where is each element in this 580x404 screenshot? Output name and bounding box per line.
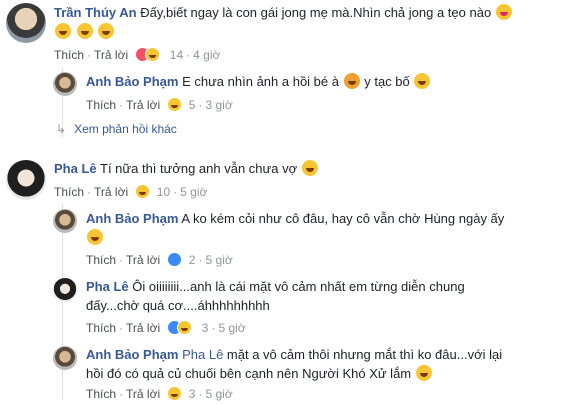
reply-body-cont: y tạc bố	[364, 74, 410, 89]
timestamp: 4 giờ	[193, 48, 221, 62]
view-more-replies-link[interactable]: ↳ Xem phản hồi khác	[56, 122, 177, 136]
reply-actions: Thích · Trả lời 2 · 5 giờ	[86, 252, 233, 267]
commenter-name[interactable]: Pha Lê	[54, 161, 97, 176]
reply-thread-line	[62, 204, 63, 400]
laugh-emoji-icon	[76, 23, 93, 39]
timestamp: 5 giờ	[180, 185, 208, 199]
avatar-anh-bao-pham[interactable]	[53, 209, 77, 233]
avatar-anh-bao-pham[interactable]	[53, 346, 77, 370]
reaction-icons[interactable]	[167, 320, 195, 335]
reply-body: A ko kém cỏi như cô đâu, hay cô vẫn chờ …	[181, 211, 505, 226]
reaction-count: 2	[188, 253, 196, 267]
reply-text: Anh Bảo Phạm E chưa nhìn ảnh a hồi bé à …	[86, 73, 431, 91]
timestamp: 5 giờ	[205, 253, 233, 267]
haha-reaction-icon	[167, 386, 183, 401]
reply-body-cont: hồi đó có quả củ chuối bên cạnh nên Ngườ…	[86, 366, 412, 381]
comment-body: Tí nữa thì tưởng anh vẫn chưa vợ	[100, 161, 298, 176]
laugh-emoji-icon	[87, 229, 103, 245]
avatar-anh-bao-pham[interactable]	[53, 72, 77, 96]
laugh-emoji-icon	[415, 365, 432, 381]
reply-arrow-icon: ↳	[56, 122, 67, 136]
reaction-count: 3	[201, 321, 209, 335]
reply-link[interactable]: Trả lời	[94, 48, 128, 62]
reply-link[interactable]: Trả lời	[126, 387, 160, 401]
reply-text: Anh Bảo Phạm A ko kém cỏi như cô đâu, ha…	[86, 210, 504, 228]
timestamp: 3 giờ	[205, 98, 233, 112]
reaction-icons[interactable]	[167, 252, 183, 267]
reply-body: E chưa nhìn ảnh a hồi bé à	[182, 74, 339, 89]
avatar-pha-le[interactable]	[6, 160, 46, 200]
reaction-count: 10	[156, 185, 171, 199]
commenter-name[interactable]: Anh Bảo Phạm	[86, 211, 178, 226]
timestamp: 5 giờ	[205, 387, 233, 401]
like-link[interactable]: Thích	[54, 185, 84, 199]
reply-text-cont: hồi đó có quả củ chuối bên cạnh nên Ngườ…	[86, 365, 433, 383]
comment-text: Trần Thúy An Đấy,biết ngay là con gái jo…	[54, 4, 513, 22]
view-more-replies-label: Xem phản hồi khác	[74, 122, 177, 136]
haha-reaction-icon	[167, 97, 183, 112]
tongue-emoji-icon	[495, 4, 512, 20]
commenter-name[interactable]: Anh Bảo Phạm	[86, 74, 178, 89]
reaction-count: 14	[169, 48, 184, 62]
smirk-emoji-icon	[343, 73, 360, 89]
commenter-name[interactable]: Pha Lê	[86, 279, 129, 294]
like-link[interactable]: Thích	[86, 253, 116, 267]
reaction-icons[interactable]	[135, 47, 163, 62]
comment-text: Pha Lê Tí nữa thì tưởng anh vẫn chưa vợ	[54, 160, 319, 178]
reaction-icons[interactable]	[167, 97, 183, 112]
laugh-emoji-icon	[414, 73, 431, 89]
comment-text-cont	[54, 23, 115, 41]
reply-body: mặt a vô cảm thôi nhưng mắt thì ko đâu..…	[226, 347, 503, 362]
reply-link[interactable]: Trả lời	[126, 253, 160, 267]
reply-body-cont: đấy...chờ quá cơ....áhhhhhhhhh	[86, 298, 270, 313]
haha-reaction-icon	[135, 184, 151, 199]
reply-text: Pha Lê Ôi oiiiiiiii...anh là cái mặt vô …	[86, 278, 465, 296]
reaction-icons[interactable]	[167, 386, 183, 401]
reply-body: Ôi oiiiiiiii...anh là cái mặt vô cảm nhấ…	[132, 279, 465, 294]
reaction-icons[interactable]	[135, 184, 151, 199]
like-link[interactable]: Thích	[86, 387, 116, 401]
reply-link[interactable]: Trả lời	[94, 185, 128, 199]
timestamp: 5 giờ	[218, 321, 246, 335]
reply-actions: Thích · Trả lời 3 · 5 giờ	[86, 320, 246, 335]
laugh-emoji-icon	[98, 23, 115, 39]
like-reaction-icon	[167, 252, 183, 267]
comment-actions: Thích · Trả lời 14 · 4 giờ	[54, 47, 221, 62]
reply-text-cont	[86, 229, 104, 247]
laugh-emoji-icon	[55, 23, 71, 39]
reaction-count: 3	[188, 387, 196, 401]
commenter-name[interactable]: Trần Thúy An	[54, 5, 137, 20]
like-link[interactable]: Thích	[86, 98, 116, 112]
mention-link[interactable]: Pha Lê	[182, 347, 223, 362]
reply-text: Anh Bảo Phạm Pha Lê mặt a vô cảm thôi nh…	[86, 346, 502, 364]
haha-reaction-icon	[145, 47, 161, 62]
reply-link[interactable]: Trả lời	[126, 321, 160, 335]
comment-body: Đấy,biết ngay là con gái jong mẹ mà.Nhìn…	[140, 5, 492, 20]
laugh-emoji-icon	[301, 160, 318, 176]
like-link[interactable]: Thích	[86, 321, 116, 335]
avatar-pha-le[interactable]	[53, 278, 77, 302]
haha-reaction-icon	[177, 320, 193, 335]
reply-actions: Thích · Trả lời 3 · 5 giờ	[86, 386, 233, 401]
avatar-tran-thuy-an[interactable]	[6, 3, 46, 43]
reply-link[interactable]: Trả lời	[126, 98, 160, 112]
reaction-count: 5	[188, 98, 196, 112]
like-link[interactable]: Thích	[54, 48, 84, 62]
reply-actions: Thích · Trả lời 5 · 3 giờ	[86, 97, 233, 112]
reply-text-cont: đấy...chờ quá cơ....áhhhhhhhhh	[86, 297, 270, 315]
commenter-name[interactable]: Anh Bảo Phạm	[86, 347, 178, 362]
comment-actions: Thích · Trả lời 10 · 5 giờ	[54, 184, 208, 199]
